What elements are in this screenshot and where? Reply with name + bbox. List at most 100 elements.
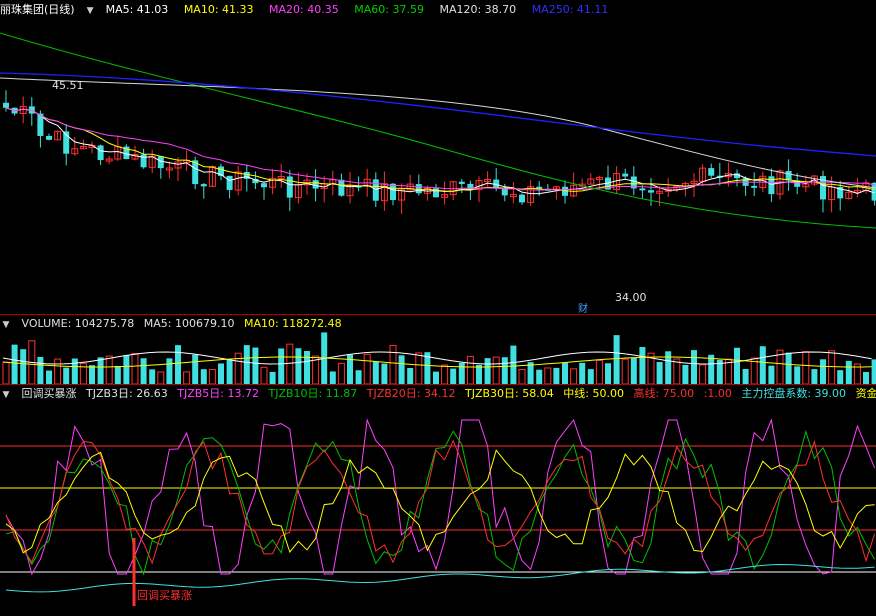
volume-indicator-0: VOLUME: 104275.78 [21,317,135,330]
event-marker[interactable]: 财 [578,300,588,315]
candle-body [390,183,396,201]
volume-bar [458,362,465,384]
candle-body [140,154,147,168]
volume-bar [820,359,826,384]
candle-body [622,173,629,177]
volume-bar [562,362,568,384]
collapse-icon[interactable]: ▼ [84,3,96,18]
candle-body [372,179,379,201]
volume-bar [605,363,611,384]
volume-bar [398,355,405,384]
candle-body [200,184,207,187]
price-chart[interactable] [0,18,876,314]
volume-bar [381,363,388,384]
volume-bar [260,366,268,384]
candle-body [312,180,319,189]
volume-bar [105,355,113,384]
volume-bar [192,354,199,384]
volume-bar [175,345,181,384]
candle-body [338,179,345,196]
volume-bar [768,365,775,384]
signal-label: 回调买暴涨 [137,589,192,602]
volume-bar [415,352,423,384]
osc-indicator-3: TJZB10日: 11.87 [268,387,358,400]
main-indicator-3: MA60: 37.59 [354,3,424,16]
ma120-line [0,77,876,189]
candle-body [648,190,654,193]
main-indicator-5: MA250: 41.11 [531,3,609,16]
volume-bar [269,371,276,384]
volume-bar [785,352,792,384]
volume-bar [630,357,637,384]
volume-bar [621,358,629,384]
candle-body [415,184,422,194]
candle-body [458,181,465,184]
volume-bar [595,359,603,384]
volume-bar [536,369,543,384]
volume-bar [46,370,52,384]
volume-bar [226,359,233,384]
candle-body [639,188,646,191]
oscillator-header: ▼ 回调买暴涨 TJZB3日: 26.63 TJZB5日: 13.72 TJZB… [0,386,876,402]
volume-bar [691,350,697,384]
main-indicator-2: MA20: 40.35 [269,3,339,16]
volume-bar [802,351,810,384]
tjzb20-line [5,439,876,565]
volume-bar [157,371,165,384]
volume-bar [131,352,139,384]
volume-bar [570,368,578,384]
candle-body [785,170,792,181]
volume-bar [441,364,449,384]
volume-bar [639,347,646,384]
main-indicator-4: MA120: 38.70 [439,3,517,16]
osc-indicator-6: 中线: 50.00 [563,387,624,400]
volume-indicator-1: MA5: 100679.10 [143,317,235,330]
volume-bar [759,346,766,384]
volume-bar [304,350,310,384]
volume-bar [372,361,379,384]
collapse-icon[interactable]: ▼ [0,387,12,402]
volume-bar [200,369,207,384]
volume-bar [845,360,852,384]
separator-1 [0,314,876,315]
main-indicator-1: MA10: 41.33 [183,3,254,16]
volume-bar [295,348,302,384]
volume-bar [837,370,844,384]
volume-bar [149,369,156,384]
volume-bar [37,356,44,384]
volume-bar [389,344,397,384]
collapse-icon[interactable]: ▼ [0,317,12,332]
volume-header: ▼ VOLUME: 104275.78 MA5: 100679.10 MA10:… [0,316,876,332]
volume-bar [11,344,18,384]
volume-bar [208,369,216,384]
osc-indicator-0: 回调买暴涨 [21,387,77,400]
volume-bar [587,369,594,384]
oscillator-chart[interactable] [0,402,876,614]
main-header: 丽珠集团(日线) ▼ MA5: 41.03 MA10: 41.33 MA20: … [0,2,876,18]
candle-body [3,102,9,108]
volume-bar [54,358,62,384]
volume-bar [20,349,27,384]
volume-bar [734,347,740,384]
volume-bar [708,354,715,384]
high-label: 45.51 [52,79,84,92]
volume-bar [579,362,586,384]
osc-indicator-5: TJZB30日: 58.04 [465,387,554,400]
candle-body [519,194,525,203]
volume-bar [433,371,439,384]
candle-body [261,183,267,188]
volume-bar [252,347,259,384]
candle-body [46,135,52,140]
volume-bar [510,345,517,384]
osc-indicator-4: TJZB20日: 34.12 [366,387,456,400]
volume-bar [863,371,869,384]
volume-bar [97,357,104,384]
osc-indicator-2: TJZB5日: 13.72 [177,387,259,400]
volume-bar [492,356,500,384]
volume-bar [476,364,482,384]
candle-body [501,188,508,196]
volume-bar [742,369,749,384]
ma60-line [0,32,876,229]
volume-bar [811,369,818,384]
volume-chart[interactable] [0,332,876,384]
